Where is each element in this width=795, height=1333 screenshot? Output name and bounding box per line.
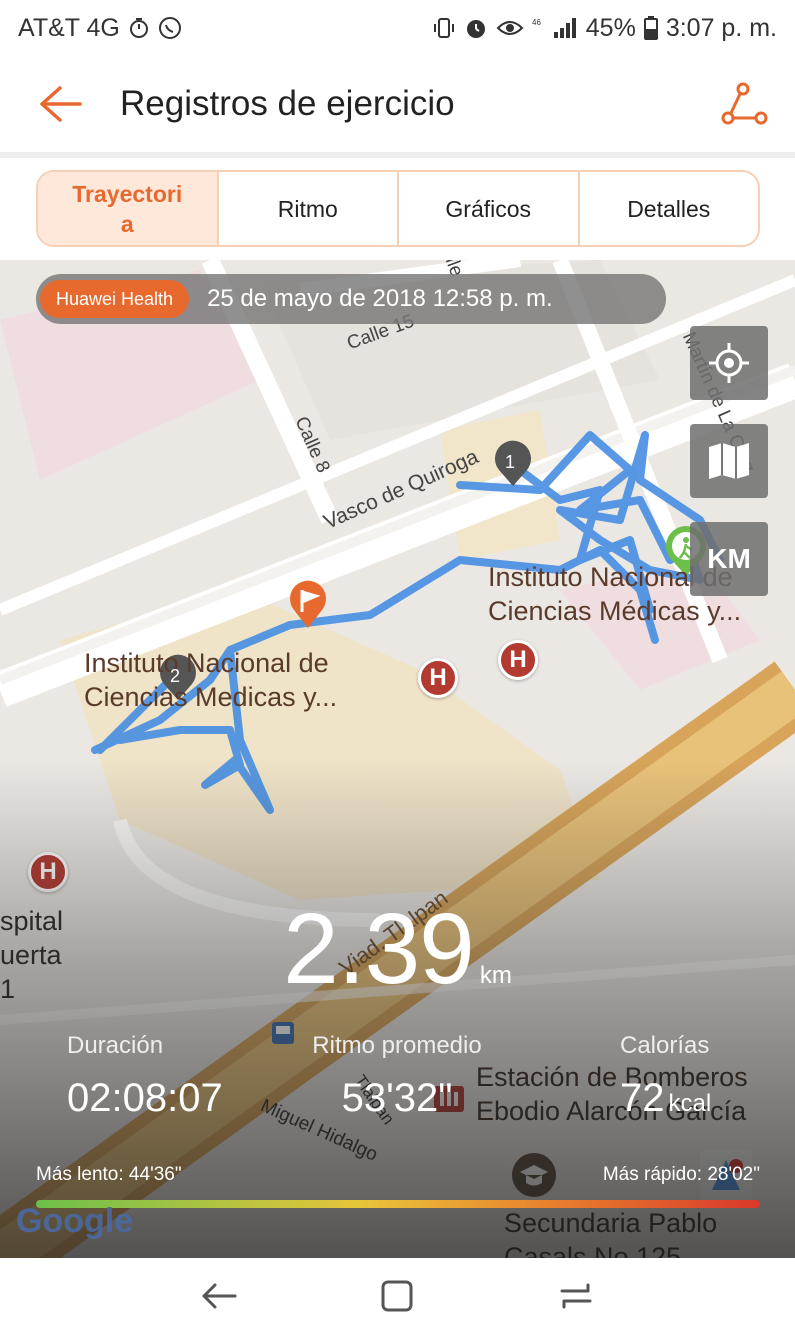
tab-detalles[interactable]: Detalles	[580, 172, 759, 245]
tab-label: Detalles	[627, 195, 711, 222]
pace-stat: Ritmo promedio 53'32"	[297, 1032, 497, 1121]
calories-value: 72	[620, 1076, 665, 1120]
distance-display: 2.39 km	[0, 892, 795, 1007]
svg-text:46: 46	[532, 18, 541, 27]
locate-button[interactable]	[690, 326, 768, 400]
locate-icon	[709, 343, 749, 383]
tab-label: Trayectoria	[72, 180, 183, 237]
nav-home-icon	[381, 1280, 413, 1311]
slowest-pace: Más lento: 44'36"	[36, 1164, 182, 1185]
pace-range-labels: Más lento: 44'36" Más rápido: 28'02"	[36, 1164, 760, 1186]
duration-value: 02:08:07	[67, 1076, 223, 1120]
calories-value-row: 72 kcal	[620, 1076, 711, 1121]
signal-icon: 46	[532, 16, 578, 40]
route-marker-2-label: 2	[170, 666, 181, 686]
whatsapp-icon	[158, 16, 182, 40]
system-nav-bar	[0, 1258, 795, 1333]
nav-back-icon	[202, 1283, 237, 1308]
poi-label-school: Secundaria Pablo Casals No 125	[504, 1208, 718, 1258]
tab-trayectoria[interactable]: Trayectoria	[38, 172, 219, 245]
battery-icon	[643, 16, 658, 40]
tab-bar: Trayectoria Ritmo Gráficos Detalles	[36, 170, 760, 247]
status-left: AT&T 4G	[18, 14, 182, 43]
bus-stop-icon	[272, 1022, 294, 1044]
nav-recents-button[interactable]	[546, 1266, 606, 1326]
distance-unit: km	[479, 962, 512, 989]
source-badge: Huawei Health	[40, 280, 190, 318]
tab-ritmo[interactable]: Ritmo	[219, 172, 399, 245]
tabs-container: Trayectoria Ritmo Gráficos Detalles	[0, 158, 795, 260]
nav-home-button[interactable]	[367, 1266, 427, 1326]
app-header: Registros de ejercicio	[0, 56, 795, 152]
hospital-icon: H	[418, 658, 458, 698]
vibrate-icon	[432, 16, 456, 40]
poi-label-institute-west: Instituto Nacional de Ciencias Medicas y…	[84, 648, 338, 712]
tab-graficos[interactable]: Gráficos	[399, 172, 580, 245]
unit-toggle-button[interactable]: KM	[690, 522, 768, 596]
calories-unit: kcal	[668, 1090, 712, 1117]
eye-icon	[496, 18, 524, 38]
route-share-button[interactable]	[695, 56, 795, 152]
workout-date: 25 de mayo de 2018 12:58 p. m.	[207, 285, 553, 312]
alarm-icon	[464, 16, 488, 40]
calories-label: Calorías	[620, 1032, 710, 1059]
clock-time: 3:07 p. m.	[665, 13, 777, 42]
route-map[interactable]: Calle 15 Calle 8 Vasco de Quiroga Martín…	[0, 260, 795, 1258]
status-right: 46 45% 3:07 p. m.	[432, 14, 777, 43]
date-chip: Huawei Health 25 de mayo de 2018 12:58 p…	[36, 274, 666, 324]
pace-value: 53'32"	[341, 1076, 453, 1120]
nav-back-button[interactable]	[189, 1266, 249, 1326]
route-share-icon	[721, 82, 768, 125]
calories-stat: Calorías 72 kcal	[620, 1032, 711, 1121]
distance-value: 2.39	[283, 893, 475, 1005]
timer-icon	[128, 17, 150, 39]
route-marker-1-label: 1	[505, 452, 516, 472]
status-bar: AT&T 4G 46 45% 3:07 p. m.	[0, 0, 795, 56]
battery-percent: 45%	[585, 13, 636, 42]
page-title: Registros de ejercicio	[120, 84, 455, 123]
google-attribution: Google	[16, 1202, 134, 1240]
unit-label: KM	[707, 543, 751, 574]
duration-stat: Duración 02:08:07	[67, 1032, 223, 1121]
tab-label: Ritmo	[277, 195, 338, 222]
map-icon	[709, 443, 749, 479]
nav-recents-icon	[560, 1283, 592, 1308]
hospital-icon: H	[28, 852, 68, 892]
duration-label: Duración	[67, 1032, 164, 1059]
hospital-icon: H	[498, 640, 538, 680]
fastest-pace: Más rápido: 28'02"	[602, 1164, 760, 1185]
tab-label: Gráficos	[445, 195, 532, 222]
pace-gradient-bar	[36, 1200, 760, 1208]
map-type-button[interactable]	[690, 424, 768, 498]
pace-label: Ritmo promedio	[312, 1032, 482, 1059]
back-button[interactable]	[0, 56, 120, 152]
back-arrow-icon	[40, 86, 82, 122]
carrier-label: AT&T 4G	[18, 13, 120, 42]
